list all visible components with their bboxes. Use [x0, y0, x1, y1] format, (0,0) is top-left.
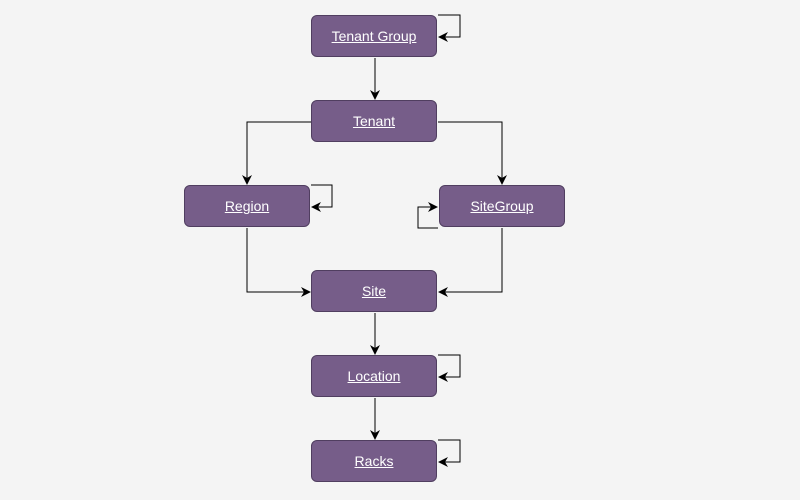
tenant-group-link[interactable]: Tenant Group — [332, 28, 417, 44]
edges-layer — [242, 14, 507, 467]
node-tenant-group: Tenant Group — [311, 15, 437, 57]
node-tenant: Tenant — [311, 100, 437, 142]
region-link[interactable]: Region — [225, 198, 269, 214]
node-site: Site — [311, 270, 437, 312]
loop-racks — [438, 439, 461, 467]
site-link[interactable]: Site — [362, 283, 386, 299]
node-location: Location — [311, 355, 437, 397]
loop-location — [438, 354, 461, 382]
edge-sitegroup-site — [438, 228, 503, 297]
loop-tenant-group — [438, 14, 461, 42]
sitegroup-link[interactable]: SiteGroup — [470, 198, 533, 214]
location-link[interactable]: Location — [348, 368, 401, 384]
edge-tenant-sitegroup — [438, 121, 507, 185]
edge-region-site — [246, 228, 311, 297]
tenant-link[interactable]: Tenant — [353, 113, 395, 129]
loop-region — [311, 184, 333, 212]
racks-link[interactable]: Racks — [355, 453, 394, 469]
node-sitegroup: SiteGroup — [439, 185, 565, 227]
node-region: Region — [184, 185, 310, 227]
edge-tenant-region — [242, 121, 311, 185]
node-racks: Racks — [311, 440, 437, 482]
loop-sitegroup — [417, 202, 438, 229]
